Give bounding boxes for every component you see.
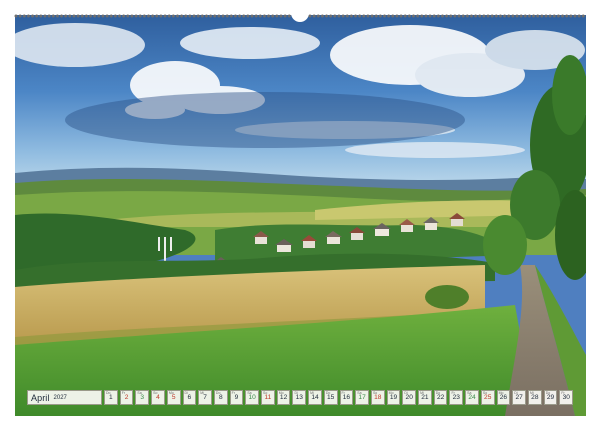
weekday-abbrev: Fr bbox=[451, 391, 455, 395]
day-cell: Fr 9 bbox=[229, 390, 244, 405]
weekday-abbrev: Do bbox=[435, 391, 441, 395]
weekday-abbrev: Mo bbox=[388, 391, 394, 395]
weekday-abbrev: Mi bbox=[420, 391, 424, 395]
day-number: 9 bbox=[234, 394, 239, 401]
day-number: 15 bbox=[327, 394, 335, 401]
day-number: 23 bbox=[452, 394, 460, 401]
day-cell: Mi 7 bbox=[198, 390, 212, 405]
day-cell: Di 27 bbox=[512, 390, 526, 405]
day-cell: Mo 12 bbox=[276, 390, 291, 405]
day-cell: Do 29 bbox=[543, 390, 558, 405]
weekday-abbrev: Do bbox=[325, 391, 331, 395]
day-cell: Do 8 bbox=[213, 390, 228, 405]
day-number: 8 bbox=[218, 394, 223, 401]
day-number: 21 bbox=[421, 394, 429, 401]
day-number: 10 bbox=[248, 394, 256, 401]
weekday-abbrev: Mi bbox=[310, 391, 314, 395]
day-cell: Sa 17 bbox=[355, 390, 369, 405]
day-cell: Do 15 bbox=[323, 390, 338, 405]
day-cell: So 18 bbox=[370, 390, 385, 405]
day-cell: So 25 bbox=[480, 390, 495, 405]
weekday-abbrev: Sa bbox=[467, 391, 472, 395]
day-number: 6 bbox=[187, 394, 192, 401]
landscape-photo bbox=[15, 15, 586, 416]
day-number: 7 bbox=[203, 394, 207, 401]
day-cell: Fr 16 bbox=[339, 390, 354, 405]
day-cell: So 4 bbox=[151, 390, 165, 405]
day-cell: Fr 2 bbox=[119, 390, 134, 405]
weekday-abbrev: Mo bbox=[498, 391, 504, 395]
weekday-abbrev: Fr bbox=[561, 391, 565, 395]
day-number: 26 bbox=[499, 394, 508, 401]
landscape-illustration bbox=[15, 15, 586, 416]
month-label-cell: April 2027 bbox=[27, 390, 102, 405]
weekday-abbrev: Do bbox=[215, 391, 221, 395]
weekday-abbrev: So bbox=[263, 391, 268, 395]
day-number: 5 bbox=[171, 394, 176, 401]
weekday-abbrev: So bbox=[153, 391, 158, 395]
day-cell: Mi 21 bbox=[418, 390, 432, 405]
day-number: 29 bbox=[546, 394, 555, 401]
weekday-abbrev: Di bbox=[184, 391, 188, 395]
day-number: 24 bbox=[468, 394, 476, 401]
weekday-abbrev: Sa bbox=[357, 391, 362, 395]
day-cell: Sa 24 bbox=[465, 390, 479, 405]
weekday-abbrev: Di bbox=[404, 391, 408, 395]
day-number: 14 bbox=[311, 394, 319, 401]
weekday-abbrev: Fr bbox=[231, 391, 235, 395]
weekday-abbrev: So bbox=[482, 391, 488, 395]
day-number: 27 bbox=[515, 394, 523, 401]
day-number: 25 bbox=[484, 394, 492, 401]
weekday-abbrev: Mi bbox=[200, 391, 204, 395]
day-cell: Mo 19 bbox=[386, 390, 401, 405]
day-number: 19 bbox=[389, 394, 398, 401]
day-number: 2 bbox=[124, 394, 129, 401]
day-number: 12 bbox=[279, 394, 288, 401]
day-cell: Sa 3 bbox=[135, 390, 150, 405]
month-name: April bbox=[31, 392, 50, 403]
weekday-abbrev: Fr bbox=[341, 391, 345, 395]
day-cell: Mo 5 bbox=[166, 390, 181, 405]
day-cell: Fr 23 bbox=[449, 390, 464, 405]
day-number: 13 bbox=[295, 394, 303, 401]
day-cell: Di 13 bbox=[292, 390, 307, 405]
day-cell: Di 6 bbox=[182, 390, 197, 405]
day-number: 20 bbox=[405, 394, 413, 401]
weekday-abbrev: Do bbox=[106, 391, 111, 395]
day-cell: Do 1 bbox=[104, 390, 118, 405]
day-cell: Di 20 bbox=[402, 390, 417, 405]
weekday-abbrev: Sa bbox=[247, 391, 252, 395]
day-number: 22 bbox=[436, 394, 445, 401]
weekday-abbrev: Mi bbox=[529, 391, 534, 395]
weekday-abbrev: Sa bbox=[137, 391, 142, 395]
day-cell: So 11 bbox=[261, 390, 275, 405]
weekday-abbrev: Mo bbox=[278, 391, 284, 395]
year-label: 2027 bbox=[53, 395, 67, 401]
weekday-abbrev: So bbox=[372, 391, 378, 395]
day-number: 11 bbox=[264, 394, 272, 401]
day-cell: Mi 14 bbox=[308, 390, 322, 405]
day-number: 1 bbox=[109, 394, 113, 401]
day-cell: Mo 26 bbox=[496, 390, 511, 405]
day-number: 3 bbox=[140, 394, 145, 401]
day-cell: Fr 30 bbox=[559, 390, 574, 405]
weekday-abbrev: Di bbox=[294, 391, 298, 395]
day-cell: Sa 10 bbox=[245, 390, 260, 405]
day-number: 17 bbox=[358, 394, 366, 401]
weekday-abbrev: Di bbox=[514, 391, 518, 395]
weekday-abbrev: Do bbox=[545, 391, 551, 395]
day-number: 18 bbox=[374, 394, 382, 401]
calendar-page: April 2027 Do 1 Fr 2 Sa 3 So 4 Mo 5 Di 6 Mi 7 Do 8 Fr 9 Sa… bbox=[0, 0, 600, 432]
date-strip: April 2027 Do 1 Fr 2 Sa 3 So 4 Mo 5 Di 6 Mi 7 Do 8 Fr 9 Sa… bbox=[27, 390, 574, 405]
day-number: 4 bbox=[156, 394, 160, 401]
day-cell: Do 22 bbox=[433, 390, 448, 405]
day-cell: Mi 28 bbox=[527, 390, 542, 405]
day-number: 30 bbox=[562, 394, 570, 401]
weekday-abbrev: Fr bbox=[121, 391, 126, 395]
day-number: 28 bbox=[531, 394, 539, 401]
weekday-abbrev: Mo bbox=[168, 391, 174, 395]
day-number: 16 bbox=[342, 394, 351, 401]
